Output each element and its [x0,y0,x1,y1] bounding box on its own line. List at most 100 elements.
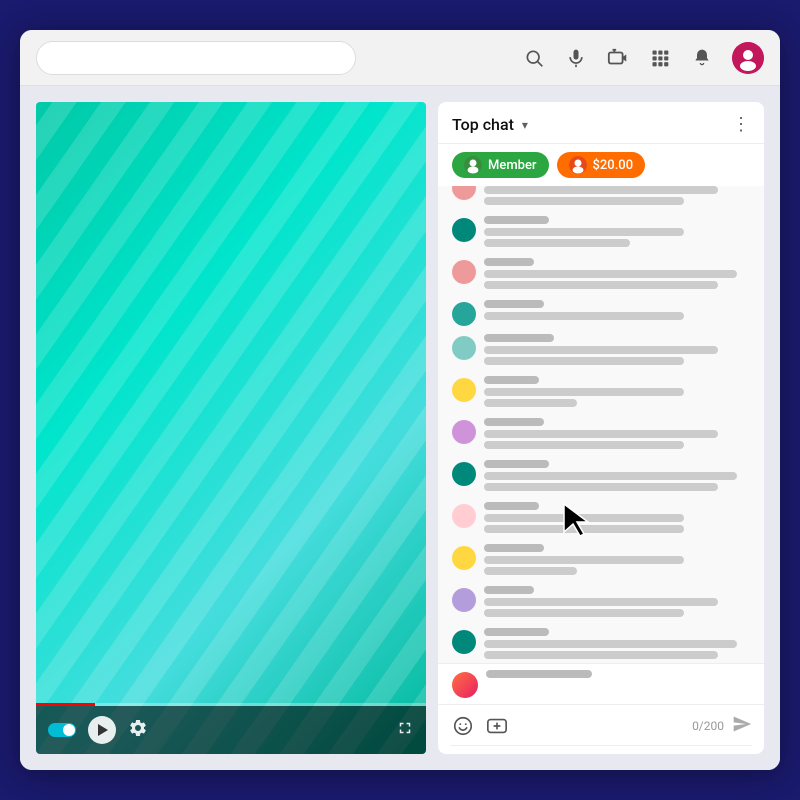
user-avatar[interactable] [732,42,764,74]
message-text-line [484,514,684,522]
message-avatar [452,588,476,612]
message-content [484,334,750,368]
search-bar[interactable] [36,41,356,75]
message-avatar [452,186,476,200]
chat-message-item [438,186,764,212]
chat-header: Top chat ▾ ⋮ [438,102,764,144]
message-content [484,376,750,410]
message-content [484,258,750,292]
message-text-line [484,651,718,659]
video-background [36,102,426,754]
message-text-line [484,430,718,438]
message-text-line [484,640,737,648]
message-username-line [484,376,539,384]
search-icon[interactable] [522,46,546,70]
chat-message-item [438,254,764,296]
message-username-line [484,628,549,636]
message-avatar [452,504,476,528]
message-username-line [484,216,549,224]
message-content [484,186,750,208]
send-button[interactable] [732,714,752,739]
message-text-line [484,609,684,617]
chat-message-item [438,456,764,498]
message-username-line [484,300,544,308]
donation-chip-label: $20.00 [593,158,634,173]
message-avatar [452,302,476,326]
message-text-line [484,525,684,533]
mic-icon[interactable] [564,46,588,70]
member-chip-avatar [464,156,482,174]
toggle-thumb [63,724,75,736]
member-filter-chip[interactable]: Member [452,152,549,178]
video-container [36,102,426,754]
video-controls [36,706,426,754]
play-button[interactable] [88,716,116,744]
apps-grid-icon[interactable] [648,46,672,70]
message-avatar [452,462,476,486]
message-username-line [484,460,549,468]
settings-icon[interactable] [128,718,148,743]
pinned-message [438,663,764,704]
message-text-line [484,270,737,278]
message-avatar [452,546,476,570]
message-username-line [484,586,534,594]
chat-message-item [438,296,764,330]
fullscreen-icon[interactable] [396,719,414,741]
message-content [484,460,750,494]
main-content: Top chat ▾ ⋮ Member [20,86,780,770]
message-text-line [484,186,718,194]
autoplay-toggle[interactable] [48,723,76,737]
chat-message-item [438,414,764,456]
video-player[interactable] [36,102,426,754]
message-content [484,544,750,578]
chat-message-item [438,372,764,414]
message-text-line [484,346,718,354]
message-text-line [484,312,684,320]
pinned-msg-content [486,670,750,681]
message-text-line [484,556,684,564]
chat-messages-list[interactable] [438,186,764,663]
chat-more-button[interactable]: ⋮ [732,114,750,135]
message-avatar [452,336,476,360]
chat-message-item [438,624,764,663]
donation-chip-avatar [569,156,587,174]
chat-panel: Top chat ▾ ⋮ Member [438,102,764,754]
chat-message-item [438,498,764,540]
browser-icons [522,42,764,74]
message-content [484,502,750,536]
message-text-line [484,472,737,480]
notifications-icon[interactable] [690,46,714,70]
pinned-msg-line [486,670,592,678]
toggle-track [48,723,76,737]
donation-filter-chip[interactable]: $20.00 [557,152,646,178]
chat-message-item [438,330,764,372]
message-content [484,300,750,323]
chat-message-item [438,212,764,254]
message-avatar [452,218,476,242]
chat-message-item [438,582,764,624]
message-username-line [484,544,544,552]
message-content [484,216,750,250]
message-avatar [452,260,476,284]
message-text-line [484,281,718,289]
chat-dropdown-icon[interactable]: ▾ [522,118,528,132]
message-text-line [484,441,684,449]
super-chat-button[interactable] [484,713,510,739]
message-username-line [484,418,544,426]
message-content [484,586,750,620]
browser-window: Top chat ▾ ⋮ Member [20,30,780,770]
char-counter: 0/200 [692,719,724,733]
message-text-line [484,483,718,491]
message-text-line [484,399,577,407]
browser-bar [20,30,780,86]
message-username-line [484,334,554,342]
pinned-msg-avatar [452,672,478,698]
message-avatar [452,630,476,654]
member-chip-label: Member [488,158,537,173]
chat-input-area: 0/200 [438,704,764,754]
create-video-icon[interactable] [606,46,630,70]
message-content [484,628,750,662]
message-avatar [452,420,476,444]
emoji-button[interactable] [450,713,476,739]
message-text-line [484,598,718,606]
